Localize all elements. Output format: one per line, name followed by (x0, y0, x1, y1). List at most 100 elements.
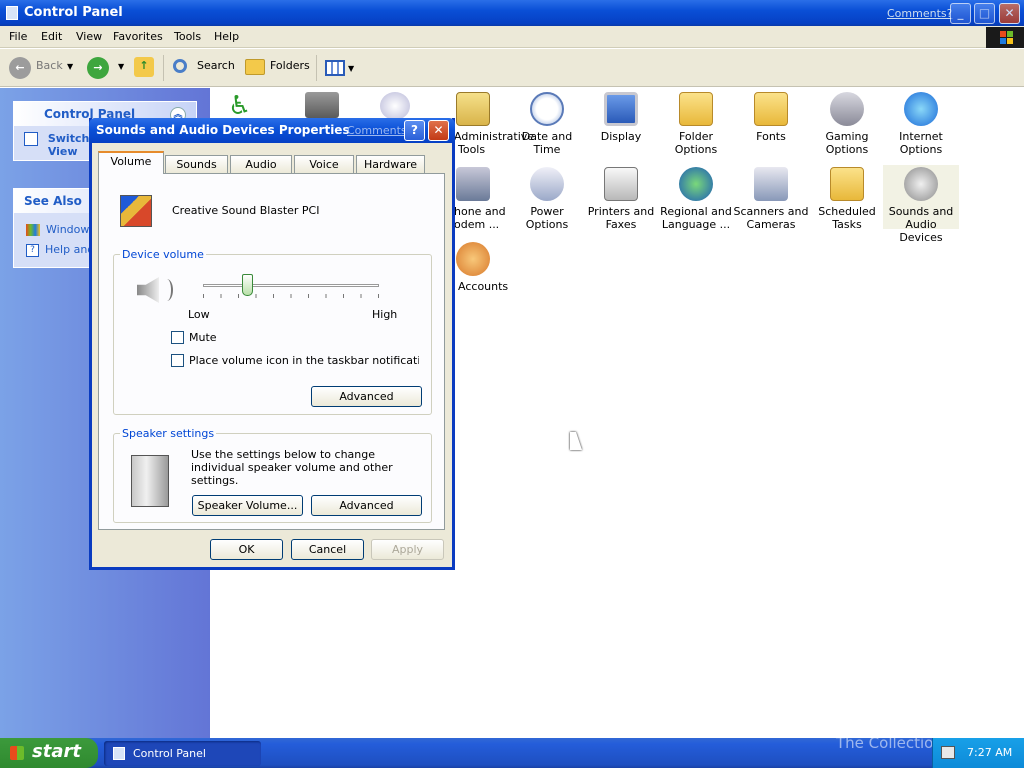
scheduled-tasks-label-1: Scheduled (818, 205, 876, 218)
minimize-button[interactable]: _ (950, 3, 971, 24)
volume-advanced-button[interactable]: Advanced (311, 386, 422, 407)
display-monitor-icon (604, 92, 638, 126)
start-button[interactable]: start (0, 738, 98, 768)
internet-options-item[interactable]: Internet Options (883, 92, 959, 156)
user-accounts-icon (456, 242, 490, 276)
display-item[interactable]: Display (583, 92, 659, 143)
volume-slider-ticks (203, 294, 379, 298)
start-label: start (32, 741, 81, 762)
see-also-title: See Also (24, 194, 82, 208)
maximize-button[interactable]: □ (974, 3, 995, 24)
windows-logo-icon (986, 27, 1024, 48)
dialog-titlebar[interactable]: Sounds and Audio Devices Properties Comm… (89, 118, 455, 143)
gaming-options-item[interactable]: Gaming Options (809, 92, 885, 156)
forward-dropdown-icon[interactable]: ▼ (118, 62, 124, 71)
back-button[interactable]: Back (36, 59, 63, 72)
windows-update-link[interactable]: Windows (26, 223, 95, 236)
search-button[interactable]: Search (197, 59, 235, 72)
back-dropdown-icon[interactable]: ▼ (67, 62, 73, 71)
fonts-label-1: Fonts (756, 130, 786, 143)
sounds-audio-label-1: Sounds and (888, 205, 954, 218)
globe-icon (904, 92, 938, 126)
clock[interactable]: 7:27 AM (967, 746, 1012, 759)
window-titlebar[interactable]: Control Panel Comments? _ □ ✕ (0, 0, 1024, 26)
scheduled-tasks-item[interactable]: Scheduled Tasks (809, 167, 885, 231)
forward-arrow-icon[interactable]: → (87, 57, 109, 79)
power-plug-icon (530, 167, 564, 201)
ok-button[interactable]: OK (210, 539, 283, 560)
taskbar-control-panel-icon (113, 747, 125, 760)
power-options-item[interactable]: Power Options (509, 167, 585, 231)
taskbar-icon-checkbox[interactable] (171, 354, 184, 367)
folders-icon[interactable] (245, 59, 265, 75)
folder-options-item[interactable]: Folder Options (658, 92, 734, 156)
menu-tools[interactable]: Tools (174, 30, 201, 43)
date-time-item[interactable]: Date and Time (509, 92, 585, 156)
dialog-help-button[interactable]: ? (404, 120, 425, 141)
search-icon[interactable] (173, 59, 187, 73)
gaming-options-label-2: Options (825, 143, 869, 156)
tab-sounds[interactable]: Sounds (165, 155, 228, 173)
views-icon[interactable] (325, 60, 345, 76)
dialog-close-button[interactable]: ✕ (428, 120, 449, 141)
folder-options-icon (679, 92, 713, 126)
dialog-comments-link[interactable]: Comments? (347, 124, 412, 137)
sounds-audio-devices-item[interactable]: Sounds and Audio Devices (883, 165, 959, 244)
menu-help[interactable]: Help (214, 30, 239, 43)
speaker-volume-button[interactable]: Speaker Volume... (192, 495, 303, 516)
speaker-box-icon (131, 455, 169, 507)
up-folder-icon[interactable]: ↑ (134, 57, 154, 77)
mute-checkbox[interactable] (171, 331, 184, 344)
menu-file[interactable]: File (9, 30, 27, 43)
speaker-advanced-button[interactable]: Advanced (311, 495, 422, 516)
windows-update-label: Windows (46, 223, 96, 236)
menu-bar: File Edit View Favorites Tools Help (0, 26, 1024, 48)
scanners-cameras-label-1: Scanners and (733, 205, 809, 218)
fonts-item[interactable]: Fonts (733, 92, 809, 143)
mouse-cursor-icon (570, 432, 582, 450)
printer-icon (604, 167, 638, 201)
tab-voice[interactable]: Voice (294, 155, 354, 173)
views-dropdown-icon[interactable]: ▼ (348, 64, 354, 73)
menu-edit[interactable]: Edit (41, 30, 62, 43)
help-icon: ? (26, 243, 39, 257)
menu-favorites[interactable]: Favorites (113, 30, 163, 43)
network-tray-icon[interactable] (941, 746, 955, 759)
scanners-cameras-item[interactable]: Scanners and Cameras (733, 167, 809, 231)
tab-hardware[interactable]: Hardware (356, 155, 425, 173)
help-support-label: Help and (45, 243, 95, 256)
toolbar-separator (163, 55, 164, 81)
close-button[interactable]: ✕ (999, 3, 1020, 24)
regional-language-label-1: Regional and (660, 205, 732, 218)
speaker-settings-label: Speaker settings (120, 427, 217, 440)
folders-button[interactable]: Folders (270, 59, 310, 72)
comments-link[interactable]: Comments? (887, 7, 952, 20)
menu-view[interactable]: View (76, 30, 102, 43)
taskbar-icon-label[interactable]: Place volume icon in the taskbar notific… (189, 354, 419, 367)
tab-audio[interactable]: Audio (230, 155, 292, 173)
switch-view-line-1: Switch (47, 132, 90, 145)
back-arrow-icon[interactable]: ← (9, 57, 31, 79)
start-windows-flag-icon (10, 746, 24, 760)
printers-faxes-label-2: Faxes (605, 218, 637, 231)
printers-faxes-item[interactable]: Printers and Faxes (583, 167, 659, 231)
taskbar-control-panel-button[interactable]: Control Panel (104, 741, 261, 766)
help-support-link[interactable]: ? Help and (26, 243, 94, 257)
cancel-button[interactable]: Cancel (291, 539, 364, 560)
mute-label[interactable]: Mute (189, 331, 217, 344)
system-tray: 7:27 AM (932, 738, 1024, 768)
volume-slider-track (203, 284, 379, 287)
add-remove-programs-icon[interactable] (380, 92, 410, 120)
volume-slider-thumb[interactable] (242, 274, 253, 296)
toolbar-separator-2 (316, 55, 317, 81)
date-time-label-1: Date and Time (521, 130, 573, 156)
tab-volume[interactable]: Volume (98, 151, 164, 174)
add-hardware-icon[interactable] (305, 92, 339, 118)
sounds-audio-label-2: Audio Devices (899, 218, 943, 244)
volume-slider[interactable] (203, 274, 379, 300)
display-label-1: Display (600, 130, 642, 143)
device-volume-label: Device volume (120, 248, 206, 261)
switch-view-link[interactable]: Switch View (24, 132, 89, 158)
regional-language-label-2: Language ... (661, 218, 731, 231)
regional-language-item[interactable]: Regional and Language ... (658, 167, 734, 231)
